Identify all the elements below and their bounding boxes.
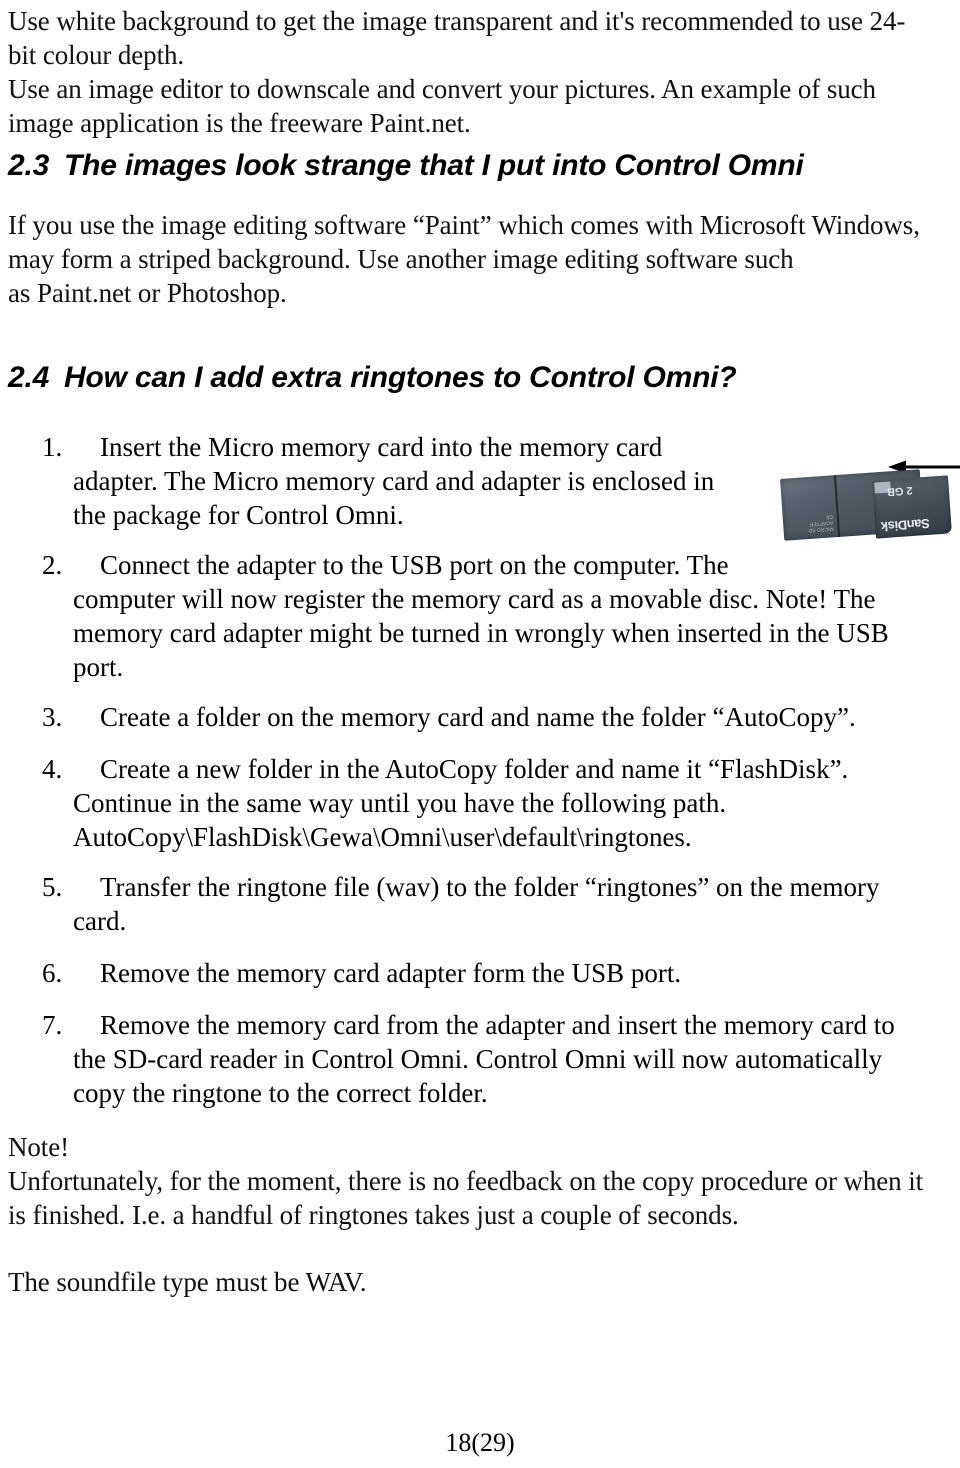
step-5-line-1: Transfer the ringtone file (wav) to the … (100, 872, 880, 902)
list-item-marker: 4. (42, 754, 63, 784)
list-item-text: Remove the memory card from the adapter … (73, 1008, 952, 1110)
closing-line: The soundfile type must be WAV. (8, 1267, 367, 1297)
intro-line-3: Use an image editor to downscale and con… (8, 74, 876, 104)
section-2-3-line-2: may form a striped background. Use anoth… (8, 244, 794, 274)
list-item-text: Remove the memory card adapter form the … (100, 956, 952, 990)
list-item-marker: 6. (42, 958, 63, 988)
note-heading: Note! (8, 1132, 69, 1162)
list-item-marker: 3. (42, 702, 63, 732)
heading-2-4-number: 2.4 (8, 361, 50, 394)
note-block: Note! Unfortunately, for the moment, the… (8, 1130, 952, 1232)
list-item: 4. Create a new folder in the AutoCopy f… (0, 752, 952, 854)
list-item: 2. Connect the adapter to the USB port o… (0, 548, 952, 684)
step-2-line-4: port. (73, 652, 124, 682)
list-item-marker: 2. (42, 550, 63, 580)
note-line-1: Unfortunately, for the moment, there is … (8, 1166, 924, 1196)
step-5-line-2: card. (73, 906, 127, 936)
list-item-marker: 5. (42, 872, 63, 902)
section-2-3-line-3: as Paint.net or Photoshop. (8, 278, 287, 308)
note-line-2: is finished. I.e. a handful of ringtones… (8, 1200, 739, 1230)
list-item-marker: 7. (42, 1010, 63, 1040)
memory-card-figure: MICRO SD ADAPTER CE 2 GB SanDisk (780, 452, 960, 552)
step-7-line-1: Remove the memory card from the adapter … (100, 1010, 895, 1040)
microsd-card: 2 GB SanDisk (872, 475, 952, 539)
step-4-line-2: Continue in the same way until you have … (73, 788, 727, 818)
closing-paragraph: The soundfile type must be WAV. (8, 1265, 952, 1299)
list-item: 6. Remove the memory card adapter form t… (0, 956, 952, 990)
document-page: Use white background to get the image tr… (0, 0, 960, 1468)
page-footer: 18(29) (445, 1428, 515, 1457)
list-item-text: Create a new folder in the AutoCopy fold… (73, 752, 952, 854)
list-item-text: Transfer the ringtone file (wav) to the … (73, 870, 952, 938)
list-item-marker: 1. (42, 432, 63, 462)
list-item: 3. Create a folder on the memory card an… (0, 700, 952, 734)
heading-2-4-title: How can I add extra ringtones to Control… (64, 361, 737, 394)
adapter-print-label: MICRO SD ADAPTER CE (808, 513, 834, 534)
section-2-3-body: If you use the image editing software “P… (8, 208, 952, 310)
heading-section-2-3: 2.3 The images look strange that I put in… (8, 148, 804, 184)
step-4-line-1: Create a new folder in the AutoCopy fold… (100, 754, 849, 784)
intro-paragraph: Use white background to get the image tr… (8, 4, 952, 140)
heading-section-2-4: 2.4 How can I add extra ringtones to Cont… (8, 360, 737, 396)
microsd-capacity-label: 2 GB (886, 483, 913, 498)
step-3-line-1: Create a folder on the memory card and n… (100, 702, 856, 732)
step-2-line-3: memory card adapter might be turned in w… (73, 618, 889, 648)
list-item-text: Create a folder on the memory card and n… (100, 700, 952, 734)
heading-2-3-number: 2.3 (8, 149, 50, 182)
intro-line-1: Use white background to get the image tr… (8, 6, 906, 36)
step-7-line-2: the SD-card reader in Control Omni. Cont… (73, 1044, 883, 1074)
step-6-line-1: Remove the memory card adapter form the … (100, 958, 682, 988)
step-4-line-3: AutoCopy\FlashDisk\Gewa\Omni\user\defaul… (73, 822, 692, 852)
heading-2-3-title: The images look strange that I put into … (64, 149, 804, 182)
step-7-line-3: copy the ringtone to the correct folder. (73, 1078, 488, 1108)
list-item-text: Connect the adapter to the USB port on t… (73, 548, 952, 684)
intro-line-2: bit colour depth. (8, 40, 185, 70)
step-2-line-1: Connect the adapter to the USB port on t… (100, 550, 729, 580)
microsd-brand-label: SanDisk (880, 515, 931, 535)
step-2-line-2: computer will now register the memory ca… (73, 584, 876, 614)
intro-line-4: image application is the freeware Paint.… (8, 108, 471, 138)
list-item: 5. Transfer the ringtone file (wav) to t… (0, 870, 952, 938)
section-2-3-line-1: If you use the image editing software “P… (8, 210, 920, 240)
list-item: 7. Remove the memory card from the adapt… (0, 1008, 952, 1110)
